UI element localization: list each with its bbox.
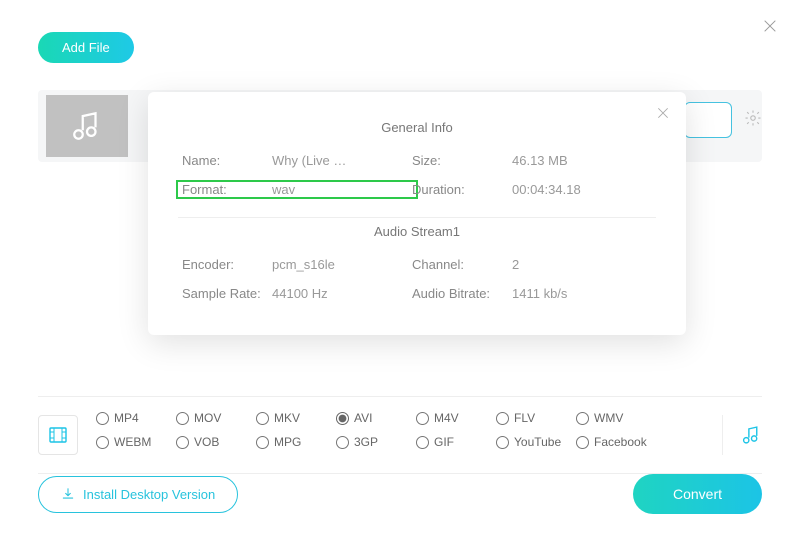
format-label: 3GP xyxy=(354,435,378,449)
format-value: wav xyxy=(272,182,412,197)
music-note-icon xyxy=(741,423,762,447)
film-icon xyxy=(46,423,70,447)
close-icon xyxy=(656,106,670,120)
modal-close-button[interactable] xyxy=(656,106,670,125)
convert-button[interactable]: Convert xyxy=(633,474,762,514)
window-close-button[interactable] xyxy=(762,18,778,39)
format-label: MOV xyxy=(194,411,221,425)
format-label: WEBM xyxy=(114,435,151,449)
format-option-wmv[interactable]: WMV xyxy=(576,411,656,425)
format-radio[interactable] xyxy=(496,436,509,449)
format-option-mpg[interactable]: MPG xyxy=(256,435,336,449)
format-label: MKV xyxy=(274,411,300,425)
bitrate-value: 1411 kb/s xyxy=(512,286,622,301)
format-radio[interactable] xyxy=(176,412,189,425)
close-icon xyxy=(762,18,778,34)
settings-button[interactable] xyxy=(744,109,762,132)
channel-value: 2 xyxy=(512,257,622,272)
format-radio[interactable] xyxy=(336,436,349,449)
output-format-bar: MP4 MOV MKV AVI M4V FLV WMV WEBM VOB MPG 3GP GIF You… xyxy=(38,396,762,474)
format-label: MP4 xyxy=(114,411,139,425)
name-label: Name: xyxy=(182,153,272,168)
format-option-3gp[interactable]: 3GP xyxy=(336,435,416,449)
name-value: Why (Live … xyxy=(272,153,412,168)
format-label: WMV xyxy=(594,411,623,425)
size-label: Size: xyxy=(412,153,512,168)
format-option-vob[interactable]: VOB xyxy=(176,435,256,449)
format-option-flv[interactable]: FLV xyxy=(496,411,576,425)
format-option-gif[interactable]: GIF xyxy=(416,435,496,449)
format-label: Facebook xyxy=(594,435,647,449)
format-label: GIF xyxy=(434,435,454,449)
format-radio[interactable] xyxy=(336,412,349,425)
format-radio[interactable] xyxy=(96,412,109,425)
format-option-avi[interactable]: AVI xyxy=(336,411,416,425)
size-value: 46.13 MB xyxy=(512,153,622,168)
format-option-m4v[interactable]: M4V xyxy=(416,411,496,425)
bitrate-label: Audio Bitrate: xyxy=(412,286,512,301)
duration-value: 00:04:34.18 xyxy=(512,182,622,197)
file-info-modal: General Info Name: Why (Live … Size: 46.… xyxy=(148,92,686,335)
encoder-label: Encoder: xyxy=(182,257,272,272)
format-option-mp4[interactable]: MP4 xyxy=(96,411,176,425)
divider xyxy=(178,217,656,218)
duration-label: Duration: xyxy=(412,182,512,197)
format-radio[interactable] xyxy=(416,412,429,425)
audio-stream-heading: Audio Stream1 xyxy=(178,224,656,239)
format-label: FLV xyxy=(514,411,535,425)
download-icon xyxy=(61,487,75,501)
audio-category-icon-box[interactable] xyxy=(722,415,762,455)
channel-label: Channel: xyxy=(412,257,512,272)
gear-icon xyxy=(744,109,762,127)
format-label: YouTube xyxy=(514,435,561,449)
format-radio[interactable] xyxy=(416,436,429,449)
samplerate-label: Sample Rate: xyxy=(182,286,272,301)
output-format-select[interactable] xyxy=(684,102,732,138)
format-option-youtube[interactable]: YouTube xyxy=(496,435,576,449)
samplerate-value: 44100 Hz xyxy=(272,286,412,301)
general-info-grid: Name: Why (Live … Size: 46.13 MB Format:… xyxy=(178,147,656,203)
file-row-actions xyxy=(684,102,762,138)
install-desktop-label: Install Desktop Version xyxy=(83,487,215,502)
format-radio[interactable] xyxy=(96,436,109,449)
format-label: Format: xyxy=(182,182,272,197)
add-file-button[interactable]: Add File xyxy=(38,32,134,63)
format-radio[interactable] xyxy=(576,412,589,425)
bottom-bar: Install Desktop Version Convert xyxy=(38,474,762,514)
format-label: MPG xyxy=(274,435,301,449)
format-label: VOB xyxy=(194,435,219,449)
format-option-mov[interactable]: MOV xyxy=(176,411,256,425)
format-label: M4V xyxy=(434,411,459,425)
format-radio[interactable] xyxy=(176,436,189,449)
video-category-icon-box[interactable] xyxy=(38,415,78,455)
format-option-facebook[interactable]: Facebook xyxy=(576,435,656,449)
format-option-webm[interactable]: WEBM xyxy=(96,435,176,449)
format-label: AVI xyxy=(354,411,372,425)
format-row-highlighted: Format: wav xyxy=(176,180,418,199)
general-info-heading: General Info xyxy=(178,120,656,135)
install-desktop-button[interactable]: Install Desktop Version xyxy=(38,476,238,513)
format-options: MP4 MOV MKV AVI M4V FLV WMV WEBM VOB MPG 3GP GIF You… xyxy=(96,411,656,459)
format-option-mkv[interactable]: MKV xyxy=(256,411,336,425)
format-radio[interactable] xyxy=(256,412,269,425)
file-thumbnail xyxy=(46,95,128,157)
encoder-value: pcm_s16le xyxy=(272,257,412,272)
audio-info-grid: Encoder: pcm_s16le Channel: 2 Sample Rat… xyxy=(178,251,656,307)
format-radio[interactable] xyxy=(496,412,509,425)
music-note-icon xyxy=(70,109,104,143)
format-radio[interactable] xyxy=(256,436,269,449)
format-radio[interactable] xyxy=(576,436,589,449)
